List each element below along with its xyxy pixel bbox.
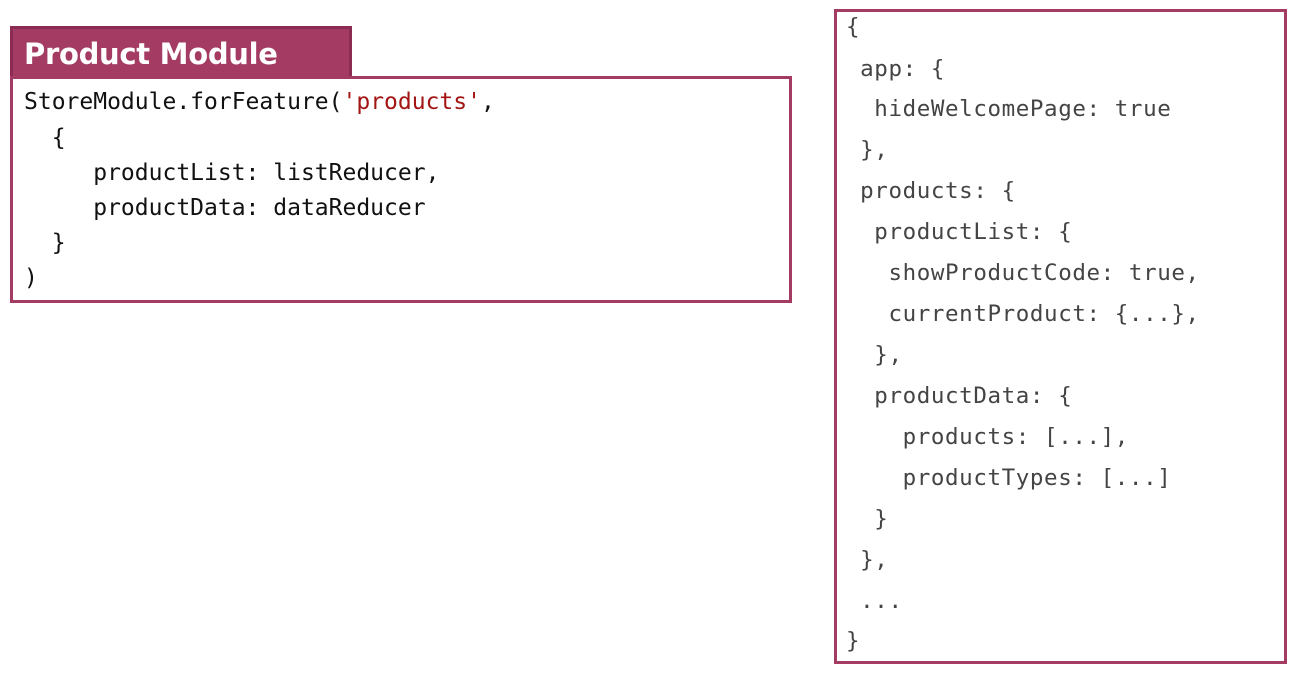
state-line: currentProduct: {...},	[846, 301, 1200, 327]
state-line: app: {	[846, 56, 946, 82]
code-line-3: productList: listReducer,	[24, 160, 440, 186]
code-line-1: StoreModule.forFeature('products',	[24, 87, 495, 117]
state-line: hideWelcomePage: true	[846, 96, 1172, 122]
state-line: showProductCode: true,	[846, 260, 1200, 286]
code-string-literal: 'products'	[342, 89, 481, 115]
code-line-6: )	[24, 265, 38, 291]
state-line: productTypes: [...]	[846, 465, 1172, 491]
code-text: ,	[480, 89, 495, 115]
state-line: },	[846, 137, 889, 163]
state-line: productList: {	[846, 219, 1073, 245]
state-line: productData: {	[846, 383, 1073, 409]
state-line: products: {	[846, 178, 1016, 204]
module-title: Product Module	[10, 26, 352, 76]
state-line: }	[846, 628, 861, 654]
state-tree-block: { app: { hideWelcomePage: true }, produc…	[834, 9, 1287, 664]
state-line: }	[846, 506, 889, 532]
code-line-5: }	[24, 230, 66, 256]
code-line-2: {	[24, 125, 66, 151]
state-line: },	[846, 342, 903, 368]
code-line-4: productData: dataReducer	[24, 195, 426, 221]
state-line: },	[846, 547, 889, 573]
state-line: {	[846, 14, 861, 40]
state-line: products: [...],	[846, 424, 1129, 450]
feature-code-block: StoreModule.forFeature('products', { pro…	[10, 76, 792, 303]
code-text: StoreModule.forFeature(	[24, 89, 343, 115]
state-line: ...	[846, 588, 903, 614]
